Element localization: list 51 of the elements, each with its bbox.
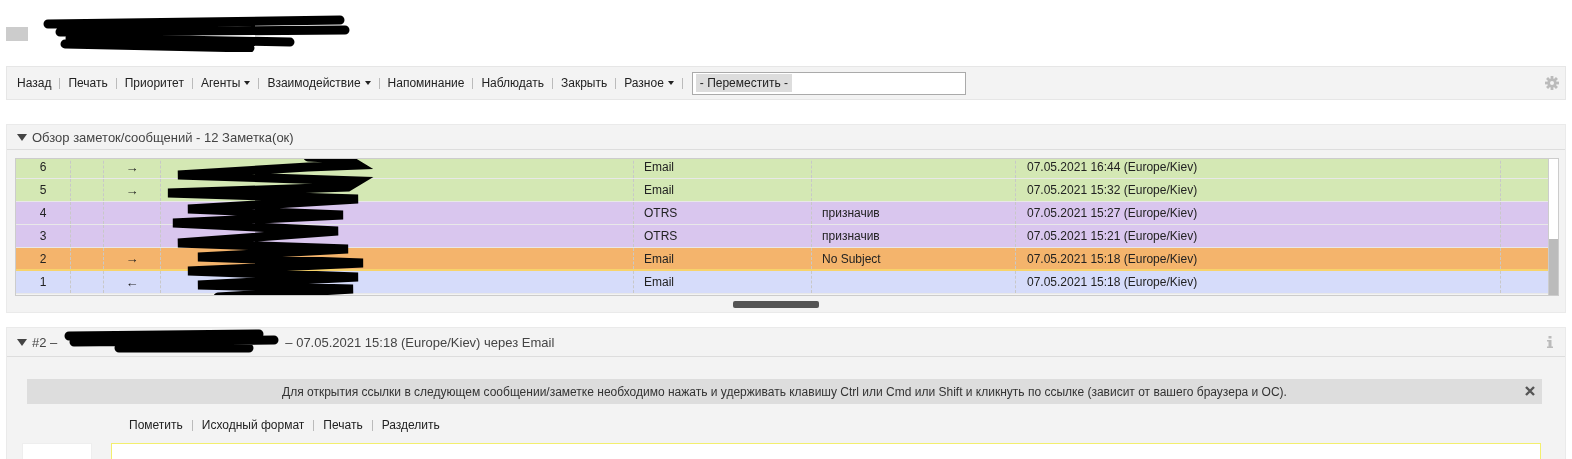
toolbar-link[interactable]: Взаимодействие (267, 76, 371, 90)
table-cell: Email (634, 179, 812, 201)
panel-title: – 07.05.2021 15:18 (Europe/Kiev) через Email (285, 334, 555, 350)
table-row[interactable]: 1 ← Email 07.05.2021 15:18 (Europe/Kiev) (16, 271, 1548, 294)
table-cell: 6 (16, 159, 71, 178)
toolbar-link[interactable]: Наблюдать (481, 76, 544, 90)
toolbar-link[interactable]: Закрыть (560, 76, 608, 90)
close-icon[interactable] (1525, 386, 1535, 396)
table-cell: призначив (812, 225, 1016, 247)
table-cell: OTRS (634, 202, 812, 224)
table-cell: 07.05.2021 15:21 (Europe/Kiev) (1016, 225, 1501, 247)
article-action-link[interactable]: Печать (323, 418, 363, 432)
toolbar-link[interactable]: Печать (68, 76, 108, 90)
notice-text: Для открытия ссылки в следующем сообщении/заметке необходимо нажать и удерживать клавишу Ctrl или Cmd или Shift и кликнуть по ссылке (зависит от вашего браузера и ОС). (282, 384, 1287, 399)
table-cell: OTRS (634, 225, 812, 247)
table-cell: 07.05.2021 15:32 (Europe/Kiev) (1016, 179, 1501, 201)
table-cell: Email (634, 271, 812, 293)
table-cell: 4 (16, 202, 71, 224)
table-row[interactable]: 5 → Email 07.05.2021 15:32 (Europe/Kiev) (16, 179, 1548, 202)
table-cell: Email (634, 159, 812, 178)
panel-title: #2 – (32, 334, 58, 350)
table-cell: 5 (16, 179, 71, 201)
table-row[interactable]: 6 → Email 07.05.2021 16:44 (Europe/Kiev) (16, 159, 1548, 179)
toolbar-link[interactable]: Приоритет (124, 76, 184, 90)
table-row[interactable]: 2 → Email No Subject 07.05.2021 15:18 (Europe/Kiev) (16, 248, 1548, 271)
table-cell: 07.05.2021 15:18 (Europe/Kiev) (1016, 271, 1501, 293)
table-row[interactable]: 4 OTRS призначив 07.05.2021 15:27 (Europe/Kiev) (16, 202, 1548, 225)
toolbar-link[interactable]: Агенты (200, 76, 251, 90)
collapse-toggle-icon[interactable] (17, 338, 27, 346)
table-row[interactable]: 3 OTRS призначив 07.05.2021 15:21 (Europe/Kiev) (16, 225, 1548, 248)
toolbar-link[interactable]: Разное (624, 76, 674, 90)
article-action-link[interactable]: Исходный формат (201, 418, 305, 432)
table-cell: призначив (812, 202, 1016, 224)
table-cell: No Subject (812, 248, 1016, 269)
table-cell: 3 (16, 225, 71, 247)
table-cell: 07.05.2021 15:18 (Europe/Kiev) (1016, 248, 1501, 269)
panel-title: Обзор заметок/сообщений - 12 Заметка(ок) (32, 129, 294, 145)
table-cell: 2 (16, 248, 71, 269)
table-cell: 07.05.2021 16:44 (Europe/Kiev) (1016, 159, 1501, 178)
table-cell: 1 (16, 271, 71, 293)
article-action-link[interactable]: Пометить (129, 418, 183, 432)
move-select[interactable]: - Переместить - (691, 71, 966, 95)
table-cell: 07.05.2021 15:27 (Europe/Kiev) (1016, 202, 1501, 224)
placeholder-box (6, 27, 28, 41)
toolbar-link[interactable]: Напоминание (387, 76, 465, 90)
table-cell: Email (634, 248, 812, 269)
toolbar-link[interactable]: Назад (17, 76, 52, 90)
scrollbar-thumb[interactable] (733, 300, 819, 308)
scrollbar[interactable] (1548, 159, 1558, 295)
article-action-link[interactable]: Разделить (381, 418, 440, 432)
collapse-toggle-icon[interactable] (17, 133, 27, 141)
